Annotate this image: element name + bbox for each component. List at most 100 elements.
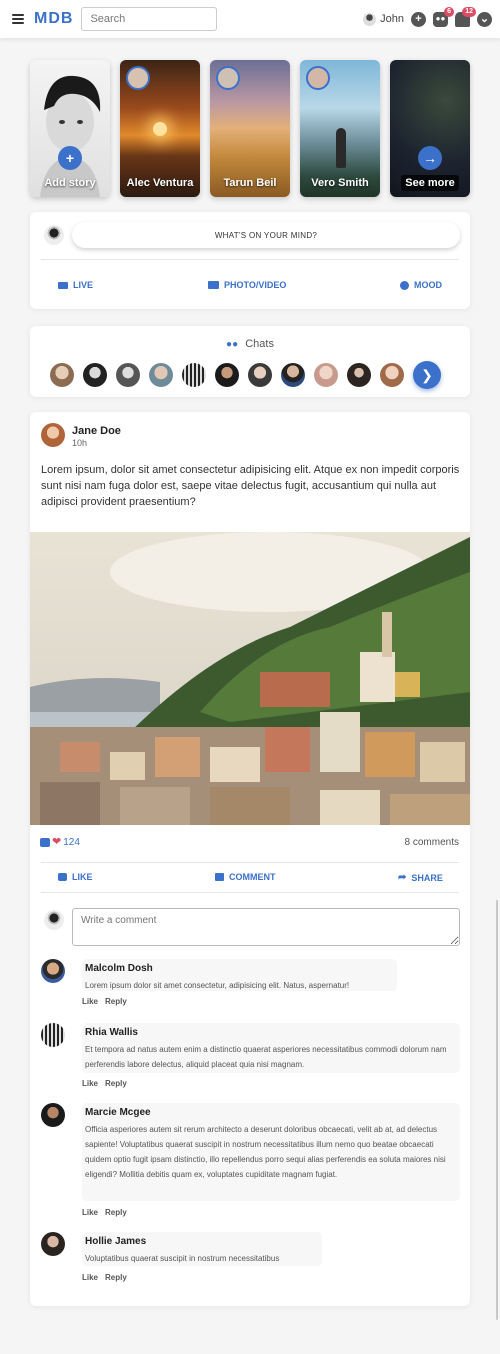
comment-label: COMMENT — [229, 872, 276, 882]
comment-button[interactable]: COMMENT — [215, 872, 276, 882]
comment-author[interactable]: Rhia Wallis — [85, 1027, 457, 1038]
story-label: Add story — [44, 177, 96, 189]
chat-avatar[interactable] — [215, 363, 239, 387]
comment-text: Lorem ipsum dolor sit amet consectetur, … — [85, 981, 350, 990]
photo-video-button[interactable]: PHOTO/VIDEO — [208, 280, 286, 290]
chats-card: ●● Chats ❯ — [30, 326, 470, 397]
avatar[interactable] — [41, 1103, 65, 1127]
brand-logo[interactable]: MDB — [34, 10, 73, 28]
user-menu[interactable]: John — [363, 12, 404, 26]
comment-author[interactable]: Hollie James — [85, 1236, 319, 1247]
whats-on-your-mind-button[interactable]: WHAT'S ON YOUR MIND? — [72, 222, 460, 248]
avatar[interactable] — [41, 959, 65, 983]
share-icon: ➦ — [398, 872, 407, 883]
avatar[interactable] — [41, 1023, 65, 1047]
avatar — [126, 66, 150, 90]
chevron-right-icon: ❯ — [421, 366, 433, 383]
bell-icon[interactable]: 12 — [455, 6, 476, 27]
story-alec[interactable]: Alec Ventura — [120, 60, 200, 197]
reactions[interactable]: ❤ 124 — [40, 837, 80, 848]
person-silhouette — [336, 128, 346, 168]
chat-avatar[interactable] — [182, 363, 206, 387]
thumbs-up-icon — [40, 838, 50, 847]
chat-avatar[interactable] — [116, 363, 140, 387]
mood-button[interactable]: MOOD — [400, 280, 442, 290]
comment-reply-link[interactable]: Reply — [105, 1273, 127, 1282]
thumbs-up-icon — [58, 873, 67, 881]
search-input[interactable] — [81, 7, 218, 31]
chats-header: ●● Chats — [30, 338, 470, 350]
comment-bubble: Malcolm Dosh Lorem ipsum dolor sit amet … — [82, 959, 397, 991]
story-vero[interactable]: Vero Smith — [300, 60, 380, 197]
post-time: 10h — [72, 438, 88, 448]
messages-icon[interactable]: ●● 6 — [433, 6, 454, 27]
comment-input[interactable] — [72, 908, 460, 946]
add-story-button[interactable]: + — [58, 146, 82, 170]
share-button[interactable]: ➦ SHARE — [398, 872, 443, 883]
post-image[interactable] — [30, 532, 470, 825]
comment-icon — [215, 873, 224, 881]
comments-count[interactable]: 8 comments — [405, 837, 459, 848]
stories-row: + Add story Alec Ventura Tarun Beil Vero… — [30, 60, 470, 197]
avatar[interactable] — [41, 1232, 65, 1256]
story-label: See more — [390, 175, 470, 191]
comment-bubble: Hollie James Voluptatibus quaerat suscip… — [82, 1232, 322, 1266]
chats-next-button[interactable]: ❯ — [413, 361, 441, 389]
comment-actions: Like Reply — [82, 1079, 127, 1088]
avatar — [363, 12, 377, 26]
story-label: Vero Smith — [311, 177, 369, 189]
story-tarun[interactable]: Tarun Beil — [210, 60, 290, 197]
comments-icon: ●● — [226, 339, 239, 350]
chat-avatar[interactable] — [83, 363, 107, 387]
chat-avatar[interactable] — [380, 363, 404, 387]
comment-reply-link[interactable]: Reply — [105, 1079, 127, 1088]
comment-bubble: Marcie Mcgee Officia asperiores autem si… — [82, 1103, 460, 1201]
arrow-right-icon[interactable]: → — [418, 146, 442, 170]
images-icon — [208, 281, 219, 289]
reaction-count: 124 — [63, 837, 80, 848]
comment-author[interactable]: Malcolm Dosh — [85, 963, 394, 974]
comment-like-link[interactable]: Like — [82, 1208, 98, 1217]
story-add[interactable]: + Add story — [30, 60, 110, 197]
chats-title: Chats — [245, 338, 274, 350]
chat-avatar[interactable] — [314, 363, 338, 387]
comment-like-link[interactable]: Like — [82, 1273, 98, 1282]
comment-bubble: Rhia Wallis Et tempora ad natus autem en… — [82, 1023, 460, 1073]
comment-reply-link[interactable]: Reply — [105, 1208, 127, 1217]
comment-like-link[interactable]: Like — [82, 997, 98, 1006]
comment-actions: Like Reply — [82, 1273, 127, 1282]
avatar — [306, 66, 330, 90]
comment-actions: Like Reply — [82, 1208, 127, 1217]
menu-icon[interactable] — [12, 14, 24, 24]
like-button[interactable]: LIKE — [58, 872, 93, 882]
composer-card: WHAT'S ON YOUR MIND? LIVE PHOTO/VIDEO MO… — [30, 212, 470, 309]
comment-text: Officia asperiores autem sit rerum archi… — [85, 1125, 446, 1179]
comment-actions: Like Reply — [82, 997, 127, 1006]
comment-reply-link[interactable]: Reply — [105, 997, 127, 1006]
divider — [41, 862, 459, 863]
like-label: LIKE — [72, 872, 93, 882]
notifications-badge: 12 — [462, 6, 476, 17]
smile-icon — [400, 280, 409, 290]
plus-icon[interactable]: + — [411, 11, 426, 27]
divider — [41, 259, 459, 260]
story-see-more[interactable]: → See more — [390, 60, 470, 197]
chat-avatar[interactable] — [347, 363, 371, 387]
mood-label: MOOD — [414, 280, 442, 290]
comment-author[interactable]: Marcie Mcgee — [85, 1107, 457, 1118]
comment-like-link[interactable]: Like — [82, 1079, 98, 1088]
user-name: John — [380, 13, 404, 25]
live-button[interactable]: LIVE — [58, 280, 93, 290]
chat-avatar[interactable] — [149, 363, 173, 387]
scrollbar[interactable] — [496, 900, 498, 1320]
avatar — [44, 225, 64, 245]
chat-avatar[interactable] — [50, 363, 74, 387]
chevron-down-icon[interactable]: ⌄ — [477, 11, 492, 27]
divider — [41, 892, 459, 893]
avatar[interactable] — [41, 423, 65, 447]
chat-avatar[interactable] — [248, 363, 272, 387]
post-text: Lorem ipsum, dolor sit amet consectetur … — [41, 464, 460, 508]
avatar — [44, 910, 64, 930]
post-author[interactable]: Jane Doe — [72, 425, 121, 437]
chat-avatar[interactable] — [281, 363, 305, 387]
